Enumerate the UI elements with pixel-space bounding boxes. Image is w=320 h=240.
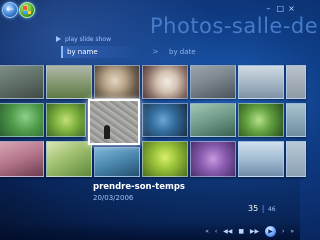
sort-separator: > xyxy=(152,47,159,56)
play-slideshow-label: play slide show xyxy=(65,36,111,43)
rewind-button[interactable]: ◀◀ xyxy=(223,226,232,238)
minimize-button[interactable]: – xyxy=(265,4,273,13)
counter-total: 46 xyxy=(267,206,276,213)
previous-button[interactable]: ‹ xyxy=(215,226,217,238)
photo-thumbnail[interactable] xyxy=(286,65,306,99)
play-icon: ▶ xyxy=(268,228,273,235)
photo-thumbnail[interactable] xyxy=(0,141,44,177)
next-button[interactable]: › xyxy=(282,226,284,238)
photo-thumbnail[interactable] xyxy=(0,103,44,137)
stop-button[interactable]: ■ xyxy=(238,226,244,238)
photo-thumbnail[interactable] xyxy=(238,103,284,137)
photo-thumbnail[interactable] xyxy=(142,65,188,99)
transport-controls: « ‹ ◀◀ ■ ▶▶ ▶ › » xyxy=(201,226,294,238)
back-arrow-icon: ← xyxy=(6,5,14,15)
back-button[interactable]: ← xyxy=(2,2,18,18)
photo-thumbnail[interactable] xyxy=(190,65,236,99)
photo-thumbnail[interactable] xyxy=(142,103,188,137)
photo-thumbnail[interactable] xyxy=(238,141,284,177)
photo-gallery xyxy=(0,65,306,179)
photo-thumbnail[interactable] xyxy=(0,65,44,99)
sort-bar: by name > by date xyxy=(55,46,255,58)
first-button[interactable]: « xyxy=(205,226,209,238)
photo-thumbnail[interactable] xyxy=(94,65,140,99)
windows-logo-icon xyxy=(23,6,31,14)
last-button[interactable]: » xyxy=(290,226,294,238)
play-slideshow-link[interactable]: play slide show xyxy=(56,36,111,43)
play-icon xyxy=(56,36,61,42)
photo-title: prendre-son-temps xyxy=(93,182,185,192)
sort-by-name-tab[interactable]: by name xyxy=(61,46,142,58)
counter-separator: | xyxy=(261,204,265,213)
silhouette xyxy=(104,125,110,139)
photo-thumbnail[interactable] xyxy=(190,141,236,177)
photo-counter: 35 | 46 xyxy=(248,204,276,213)
close-button[interactable]: × xyxy=(288,4,296,13)
photo-thumbnail[interactable] xyxy=(286,141,306,177)
photo-thumbnail[interactable] xyxy=(286,103,306,137)
photo-thumbnail[interactable] xyxy=(94,147,140,177)
photo-thumbnail[interactable] xyxy=(190,103,236,137)
photo-thumbnail[interactable] xyxy=(142,141,188,177)
photo-thumbnail[interactable] xyxy=(46,65,92,99)
fast-forward-button[interactable]: ▶▶ xyxy=(250,226,259,238)
photo-thumbnail[interactable] xyxy=(46,103,86,137)
photo-thumbnail-selected[interactable] xyxy=(88,99,140,145)
page-title: Photos-salle-de xyxy=(150,14,319,38)
maximize-button[interactable]: □ xyxy=(276,4,284,13)
play-button[interactable]: ▶ xyxy=(265,226,277,237)
sort-by-date-tab[interactable]: by date xyxy=(169,46,196,58)
counter-current: 35 xyxy=(248,204,259,213)
window-controls: – □ × xyxy=(265,4,296,13)
photo-date: 20/03/2006 xyxy=(93,194,134,202)
transport-bar: « ‹ ◀◀ ■ ▶▶ ▶ › » xyxy=(0,222,300,240)
start-button[interactable] xyxy=(19,2,35,18)
photo-thumbnail[interactable] xyxy=(46,141,92,177)
photo-thumbnail[interactable] xyxy=(238,65,284,99)
